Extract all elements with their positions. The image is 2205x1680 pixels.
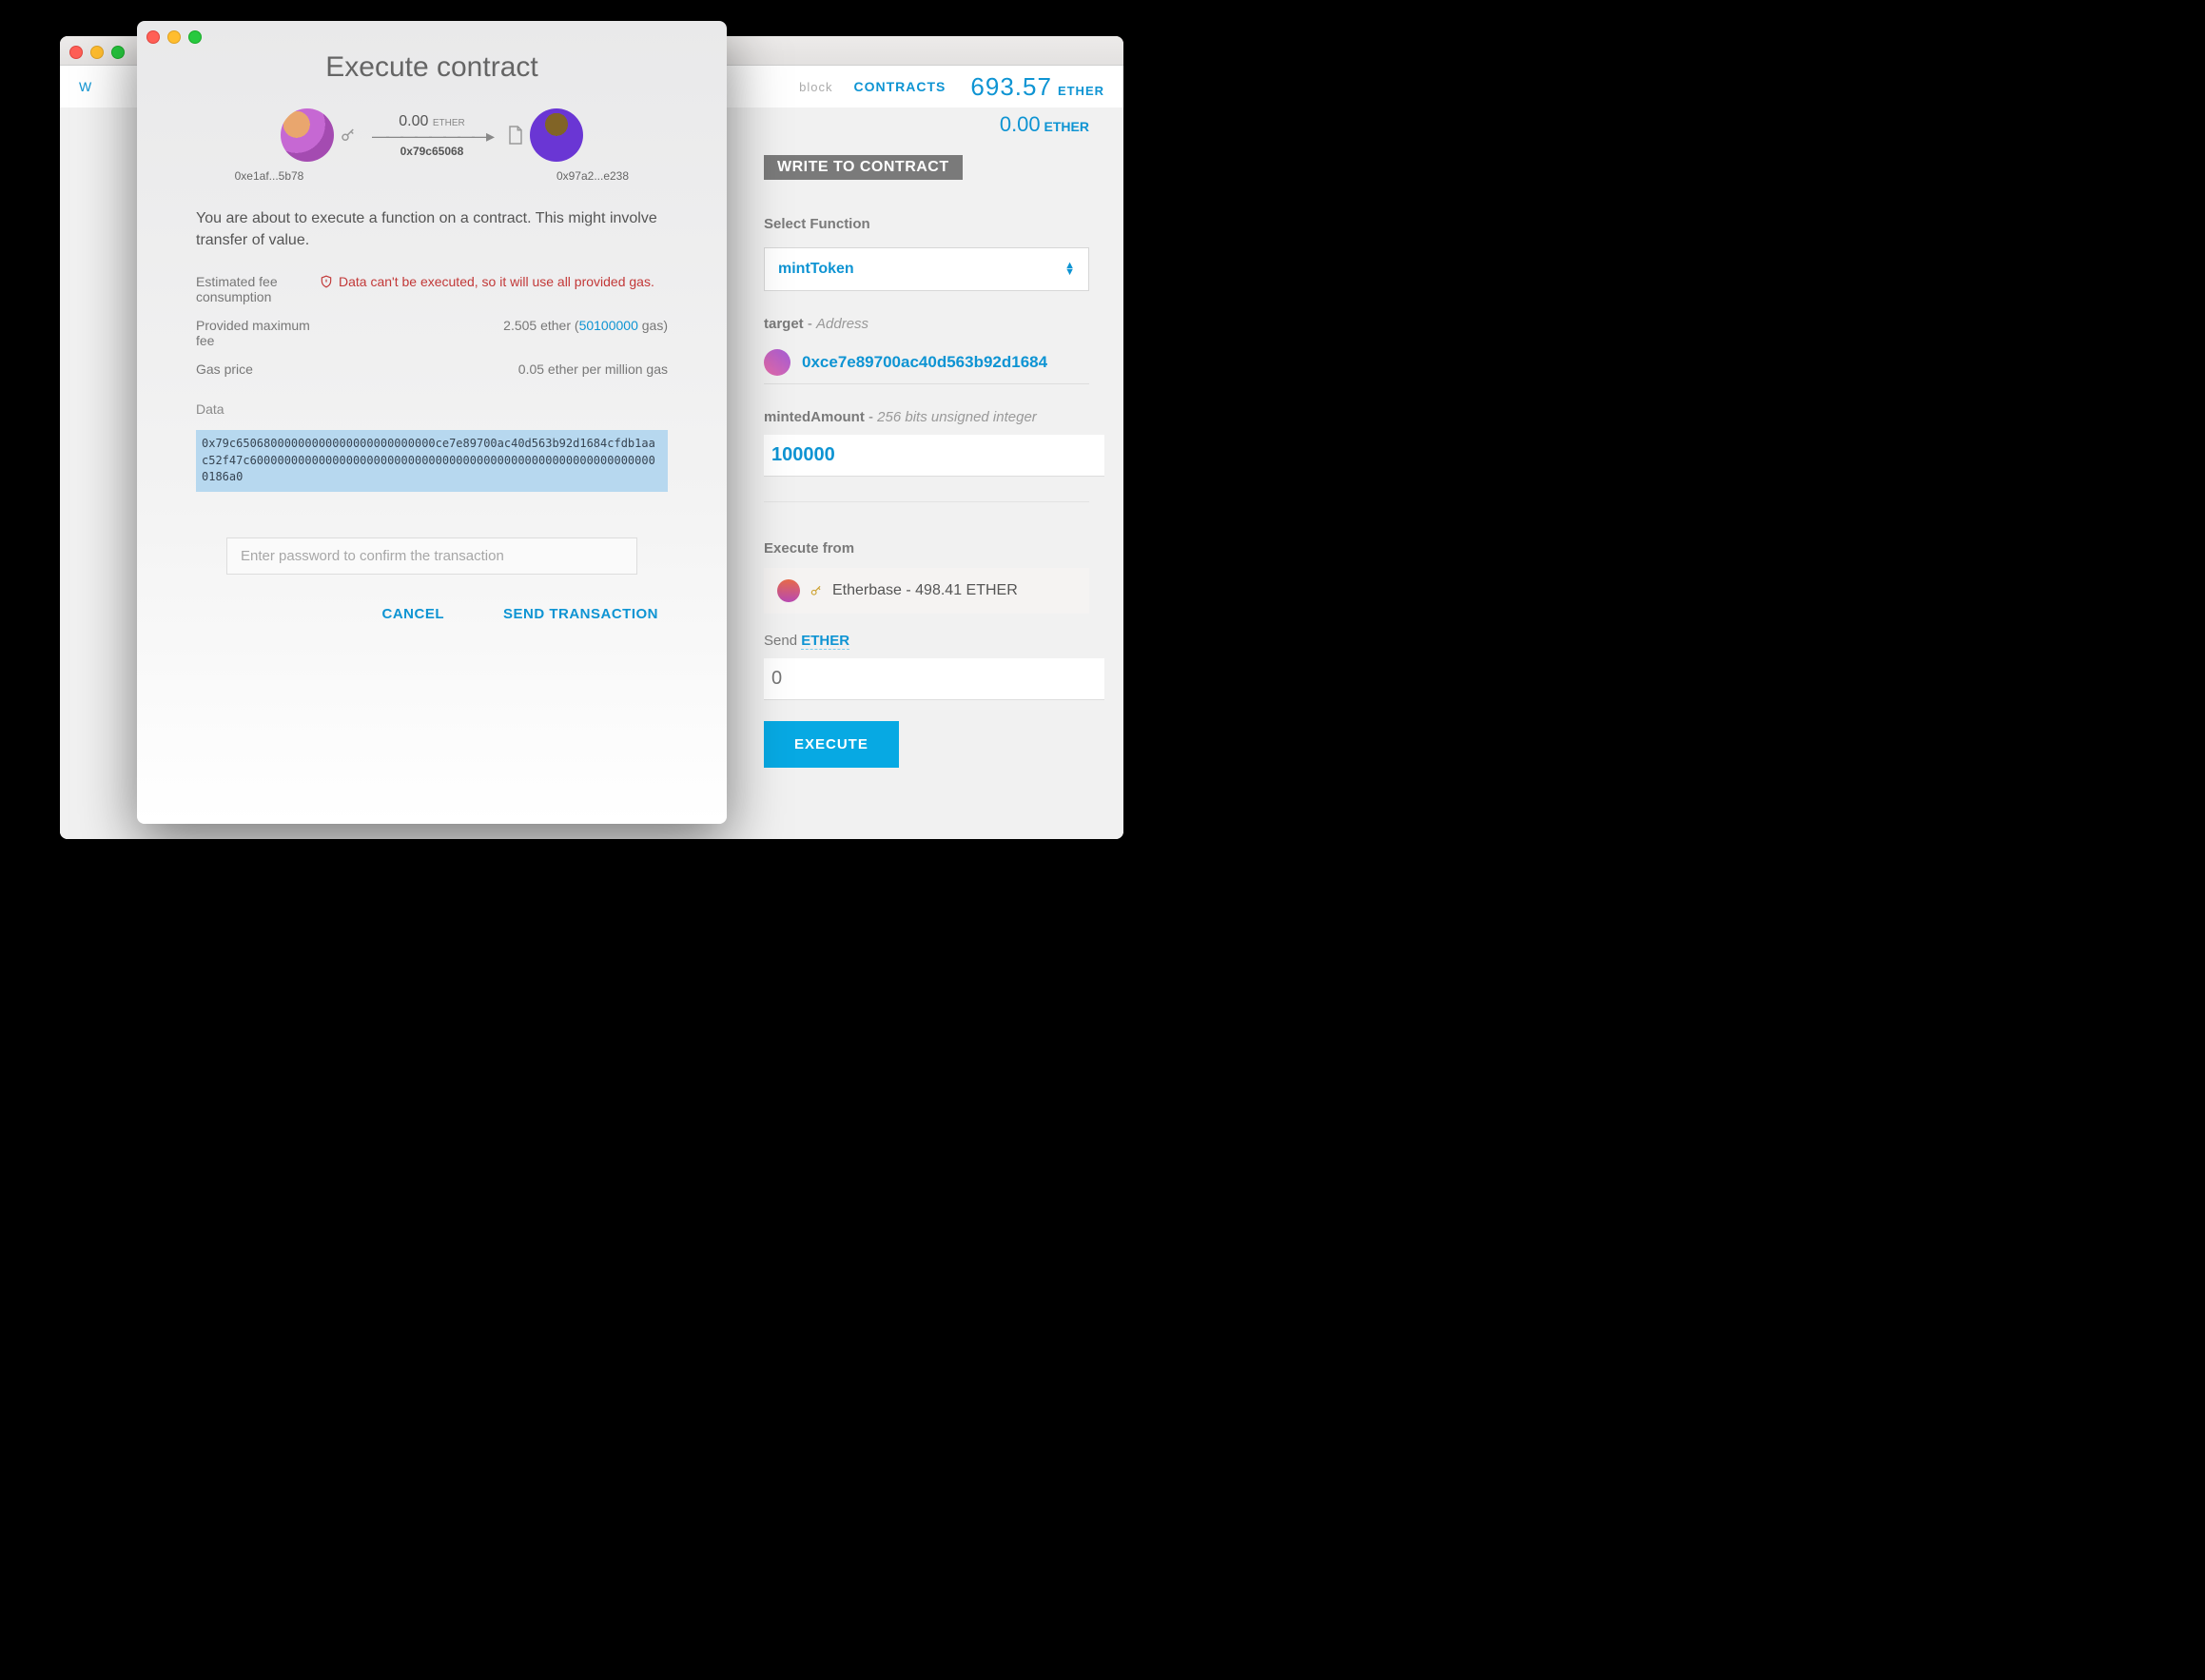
traffic-lights[interactable]	[146, 30, 202, 44]
target-label: target - Address	[764, 316, 1089, 332]
est-fee-error: Data can't be executed, so it will use a…	[320, 274, 668, 289]
from-identicon-icon	[281, 108, 334, 162]
tx-parties-row: 0.00 ETHER ————————▸ 0x79c65068	[196, 108, 668, 162]
execute-from-label: Execute from	[764, 540, 1089, 557]
minted-amount-input[interactable]	[764, 435, 1104, 477]
key-icon	[810, 584, 823, 597]
nav-block-label: block	[799, 80, 853, 94]
close-icon[interactable]	[69, 46, 83, 59]
function-select[interactable]: mintToken ▲▼	[764, 247, 1089, 291]
execute-from-account: Etherbase - 498.41 ETHER	[832, 582, 1018, 599]
data-label: Data	[196, 401, 668, 417]
right-panel: WRITE TO CONTRACT Select Function mintTo…	[764, 107, 1089, 768]
modal-description: You are about to execute a function on a…	[196, 207, 668, 251]
modal-title: Execute contract	[196, 51, 668, 84]
execute-from-select[interactable]: Etherbase - 498.41 ETHER	[764, 568, 1089, 614]
target-address-value: 0xce7e89700ac40d563b92d1684	[802, 353, 1047, 372]
nav-contracts-tab[interactable]: CONTRACTS	[854, 79, 971, 94]
data-hex[interactable]: 0x79c65068000000000000000000000000ce7e89…	[196, 430, 668, 491]
identicon-icon	[777, 579, 800, 602]
send-ether-input[interactable]	[764, 658, 1104, 700]
tx-arrow-block: 0.00 ETHER ————————▸ 0x79c65068	[372, 113, 492, 158]
gas-price-label: Gas price	[196, 361, 320, 377]
nav-balance-amount: 693.57	[970, 72, 1052, 102]
minimize-icon[interactable]	[90, 46, 104, 59]
maximize-icon[interactable]	[111, 46, 125, 59]
password-input[interactable]	[226, 537, 637, 575]
fee-table: Estimated fee consumption Data can't be …	[196, 274, 668, 377]
cancel-button[interactable]: CANCEL	[376, 605, 450, 623]
from-address: 0xe1af...5b78	[207, 169, 331, 183]
minimize-icon[interactable]	[167, 30, 181, 44]
modal-actions: CANCEL SEND TRANSACTION	[196, 605, 668, 623]
file-icon	[507, 125, 524, 146]
to-address: 0x97a2...e238	[531, 169, 654, 183]
minted-amount-label: mintedAmount - 256 bits unsigned integer	[764, 409, 1089, 425]
gas-price-value: 0.05 ether per million gas	[320, 361, 668, 377]
maximize-icon[interactable]	[188, 30, 202, 44]
write-to-contract-header: WRITE TO CONTRACT	[764, 155, 963, 180]
gas-amount-link[interactable]: 50100000	[579, 318, 638, 333]
tx-fn-hash: 0x79c65068	[372, 145, 492, 158]
nav-balance: 693.57 ETHER	[970, 72, 1104, 102]
close-icon[interactable]	[146, 30, 160, 44]
tx-addr-captions: 0xe1af...5b78 0x97a2...e238	[196, 162, 668, 183]
select-function-label: Select Function	[764, 216, 1089, 232]
nav-balance-unit: ETHER	[1058, 84, 1104, 98]
identicon-icon	[764, 349, 790, 376]
est-fee-label: Estimated fee consumption	[196, 274, 320, 304]
send-transaction-button[interactable]: SEND TRANSACTION	[498, 605, 664, 623]
max-fee-label: Provided maximum fee	[196, 318, 320, 348]
target-address-row[interactable]: 0xce7e89700ac40d563b92d1684	[764, 342, 1089, 384]
key-icon	[340, 127, 357, 144]
send-ether-label: Send ETHER	[764, 633, 1089, 649]
modal-content: Execute contract 0.00 ETHER ————————▸ 0x…	[137, 21, 727, 648]
execute-contract-modal: Execute contract 0.00 ETHER ————————▸ 0x…	[137, 21, 727, 824]
shield-alert-icon	[320, 275, 333, 288]
execute-button[interactable]: EXECUTE	[764, 721, 899, 768]
to-identicon-icon	[530, 108, 583, 162]
max-fee-value: 2.505 ether (50100000 gas)	[320, 318, 668, 333]
chevron-updown-icon: ▲▼	[1064, 263, 1075, 276]
arrow-right-icon: ————————▸	[372, 127, 492, 147]
divider	[764, 501, 1089, 502]
function-select-value: mintToken	[778, 261, 854, 278]
traffic-lights[interactable]	[69, 46, 125, 59]
